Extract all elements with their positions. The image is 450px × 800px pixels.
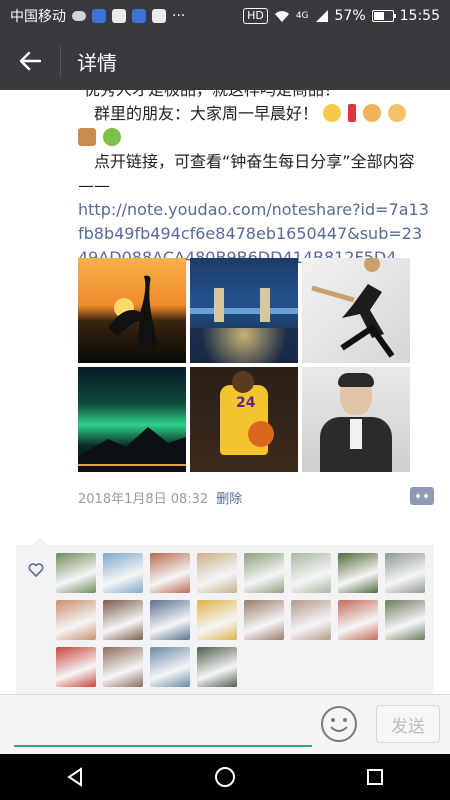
nav-recents-button[interactable] — [345, 754, 405, 800]
crane-silhouette-icon — [108, 275, 158, 348]
liker-avatar[interactable] — [103, 647, 143, 687]
app-notification-icon — [92, 9, 106, 23]
liker-avatar[interactable] — [150, 600, 190, 640]
send-button[interactable]: 发送 — [376, 705, 440, 743]
handshake-emoji-icon — [363, 104, 382, 122]
greeting-text: 群里的朋友：大家周一早晨好！ — [94, 104, 319, 123]
liker-avatar[interactable] — [291, 553, 331, 593]
post-line-3: 点开链接，可查看“钟奋生每日分享”全部内容—— — [78, 152, 415, 195]
status-right: HD 4G 57% 15:55 — [243, 8, 440, 24]
comment-menu-button[interactable] — [410, 487, 434, 505]
delete-link[interactable]: 删除 — [216, 488, 242, 507]
post-text: 优秀人才是极品，就这样吗是商品！ 群里的朋友：大家周一早晨好！ 点开链接，可查看… — [78, 90, 432, 270]
photo-man-suit[interactable] — [302, 367, 410, 472]
post-date: 2018年1月8日 08:32 — [78, 492, 209, 507]
liker-avatar[interactable] — [150, 647, 190, 687]
liker-avatar[interactable] — [103, 553, 143, 593]
back-button[interactable] — [0, 32, 60, 90]
signal-icon — [315, 10, 328, 22]
title-divider — [60, 46, 61, 76]
liker-avatar[interactable] — [385, 600, 425, 640]
photo-tower-bridge[interactable] — [190, 258, 298, 363]
network-type: 4G — [295, 11, 309, 21]
hd-badge: HD — [243, 8, 268, 24]
post-line-2: 群里的朋友：大家周一早晨好！ — [78, 102, 432, 126]
liker-avatar[interactable] — [338, 553, 378, 593]
triangle-back-icon — [67, 767, 82, 787]
photo-basketball[interactable]: 24 — [190, 367, 298, 472]
dot-icon — [424, 494, 428, 498]
coffee-emoji-icon — [78, 128, 96, 146]
post-line-emoji — [78, 126, 432, 150]
shield-icon — [112, 9, 126, 23]
title-bar: 详情 — [0, 32, 450, 90]
app-icon — [152, 9, 166, 23]
liker-avatar[interactable] — [338, 600, 378, 640]
emoji-button[interactable] — [320, 705, 358, 743]
liker-avatar[interactable] — [244, 600, 284, 640]
liker-avatar[interactable] — [56, 553, 96, 593]
liker-avatar[interactable] — [150, 553, 190, 593]
liker-avatar[interactable] — [385, 553, 425, 593]
heart-outline-icon — [28, 563, 44, 577]
jersey-mark: 24 — [236, 395, 256, 411]
liker-avatar[interactable] — [56, 600, 96, 640]
status-bar: 中国移动 ··· HD 4G 57% 15:55 — [0, 0, 450, 32]
square-recents-icon — [367, 769, 383, 785]
fist-emoji-icon — [103, 128, 122, 146]
post-meta: 2018年1月8日 08:32 删除 — [78, 488, 242, 507]
liker-avatar[interactable] — [291, 600, 331, 640]
mountain-icon — [78, 427, 186, 472]
cloud-icon — [72, 11, 86, 21]
liker-avatar[interactable] — [197, 553, 237, 593]
more-notifications: ··· — [172, 8, 186, 24]
post-line-1: 优秀人才是极品，就这样吗是商品！ — [78, 90, 432, 102]
liker-avatar[interactable] — [197, 647, 237, 687]
status-left: 中国移动 ··· — [10, 6, 185, 26]
smiley-icon — [321, 706, 357, 742]
liker-avatars — [56, 553, 425, 687]
liker-avatar[interactable] — [244, 553, 284, 593]
battery-percent: 57% — [334, 8, 366, 24]
smile-emoji-icon — [323, 104, 342, 122]
dot-icon — [416, 494, 420, 498]
runner-figure-icon — [311, 258, 395, 358]
arrow-left-icon — [19, 51, 41, 71]
photo-sunset-crane[interactable] — [78, 258, 186, 363]
photo-grid: 24 — [78, 258, 410, 474]
liker-avatar[interactable] — [197, 600, 237, 640]
likes-panel — [16, 537, 434, 694]
pray-emoji-icon — [388, 104, 407, 122]
nav-home-button[interactable] — [195, 754, 255, 800]
system-nav-bar — [0, 754, 450, 800]
wifi-icon — [274, 11, 289, 22]
rose-emoji-icon — [348, 104, 357, 122]
clock: 15:55 — [399, 8, 440, 24]
baidu-icon — [132, 9, 146, 23]
moment-detail: 优秀人才是极品，就这样吗是商品！ 群里的朋友：大家周一早晨好！ 点开链接，可查看… — [0, 90, 450, 694]
liker-avatar[interactable] — [56, 647, 96, 687]
comment-input[interactable] — [14, 709, 312, 747]
comment-bar: 发送 — [0, 694, 450, 754]
circle-home-icon — [215, 767, 235, 787]
photo-sprinter[interactable] — [302, 258, 410, 363]
photo-aurora[interactable] — [78, 367, 186, 472]
nav-back-button[interactable] — [45, 754, 105, 800]
page-title: 详情 — [77, 50, 117, 75]
battery-icon — [371, 10, 396, 22]
carrier-label: 中国移动 — [10, 9, 66, 25]
liker-avatar[interactable] — [103, 600, 143, 640]
